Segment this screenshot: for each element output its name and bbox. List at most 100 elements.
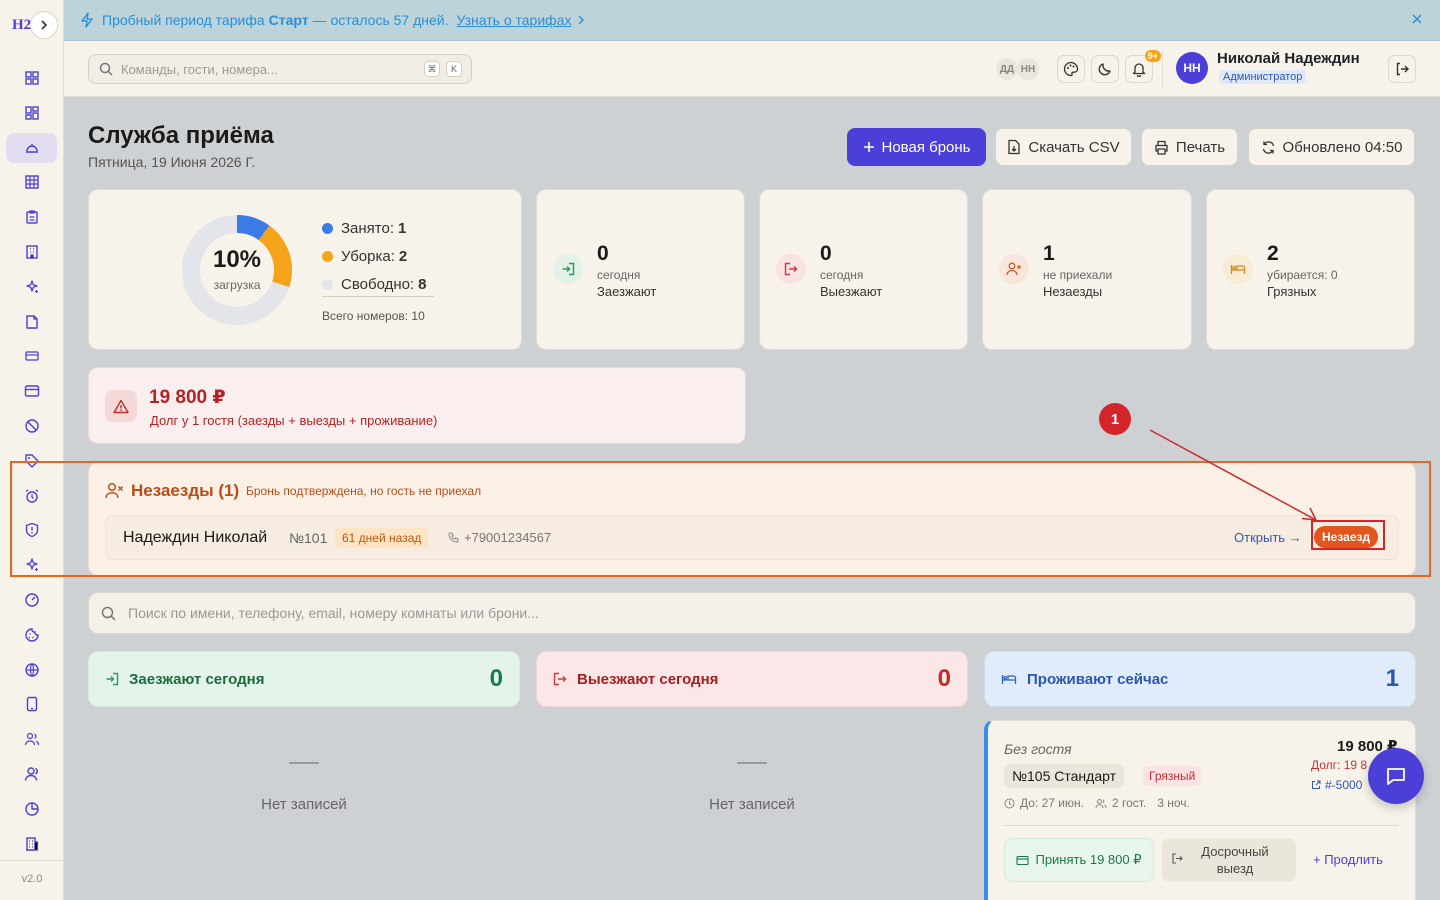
globe-icon [24, 662, 39, 677]
sidebar-item-pie-chart[interactable] [6, 794, 57, 824]
arrivals-count: 0 [489, 665, 503, 692]
stat-value: 0 [597, 242, 609, 265]
sidebar-item-document[interactable] [6, 307, 57, 337]
new-booking-button[interactable]: Новая бронь [847, 128, 986, 166]
card-divider [1004, 825, 1399, 826]
logout-button[interactable] [1388, 55, 1416, 83]
stat-card-arrivals[interactable]: 0 сегодня Заезжают [536, 189, 745, 350]
sidebar-item-building[interactable] [6, 237, 57, 267]
command-key: ⌘ [424, 61, 440, 77]
print-button[interactable]: Печать [1141, 128, 1238, 166]
departure-icon [776, 254, 806, 284]
table-icon [24, 175, 39, 190]
trial-banner: Пробный период тарифа Старт — осталось 5… [64, 0, 1440, 41]
download-csv-button[interactable]: Скачать CSV [995, 128, 1132, 166]
accept-payment-button[interactable]: Принять 19 800 ₽ [1004, 838, 1154, 882]
sidebar-item-team[interactable] [6, 759, 57, 789]
search-icon [99, 62, 113, 76]
empty-text: Нет записей [261, 796, 347, 813]
plus-icon [863, 142, 874, 152]
credit-card-icon [24, 385, 39, 397]
departures-today-header[interactable]: Выезжают сегодня 0 [536, 651, 968, 707]
legend-cleaning: Уборка: 2 [322, 242, 426, 270]
document-icon [25, 314, 38, 329]
sidebar-item-grid[interactable] [6, 98, 57, 128]
sidebar-item-gauge[interactable] [6, 585, 57, 615]
sidebar-item-reception-bell[interactable] [6, 132, 57, 163]
dark-mode-button[interactable] [1091, 55, 1119, 83]
user-role-badge: Администратор [1219, 70, 1307, 84]
theme-palette-button[interactable] [1057, 55, 1085, 83]
sidebar-toggle-button[interactable] [30, 11, 58, 39]
sidebar-item-dashboard[interactable] [6, 63, 57, 93]
arrivals-empty-state: Нет записей [88, 762, 520, 813]
legend-free-label: Свободно: [341, 275, 415, 293]
sidebar-item-tablet[interactable] [6, 689, 57, 719]
office-icon [25, 836, 38, 851]
sidebar: H2 v2.0 [0, 0, 64, 900]
guest-search-placeholder: Поиск по имени, телефону, email, номеру … [128, 605, 539, 621]
guest-name: Без гостя [1004, 741, 1072, 757]
departure-icon [553, 672, 567, 686]
presence-avatar[interactable]: ДД [996, 58, 1018, 80]
app-logo[interactable]: H2 [12, 17, 31, 34]
debt-alert-card[interactable]: 19 800 ₽ Долг у 1 гостя (заезды + выезды… [88, 367, 746, 444]
refresh-button[interactable]: Обновлено 04:50 [1248, 128, 1415, 166]
sidebar-item-credit-card[interactable] [6, 376, 57, 406]
sidebar-item-office[interactable] [6, 829, 57, 859]
app-version: v2.0 [21, 873, 43, 885]
staying-now-header[interactable]: Проживают сейчас 1 [984, 651, 1416, 707]
stay-meta: До: 27 июн. 2 гост. 3 ноч. [1004, 796, 1190, 810]
logout-icon [1396, 62, 1409, 76]
sidebar-item-ban[interactable] [6, 411, 57, 441]
sidebar-item-card[interactable] [6, 341, 57, 371]
close-icon[interactable] [1410, 12, 1424, 26]
stat-card-departures[interactable]: 0 сегодня Выезжают [759, 189, 968, 350]
empty-text: Нет записей [709, 796, 795, 813]
sidebar-item-clipboard[interactable] [6, 202, 57, 232]
accept-payment-label: Принять 19 800 ₽ [1035, 852, 1142, 867]
extend-stay-button[interactable]: + Продлить [1313, 852, 1383, 867]
user-avatar[interactable]: НН [1176, 52, 1208, 84]
stat-value: 0 [820, 242, 832, 265]
sidebar-item-users[interactable] [6, 724, 57, 754]
legend-free-value: 8 [418, 275, 427, 293]
lightning-icon [81, 12, 93, 28]
stat-value: 2 [1267, 242, 1279, 265]
print-label: Печать [1175, 138, 1226, 156]
sidebar-item-globe[interactable] [6, 655, 57, 685]
plans-link[interactable]: Узнать о тарифах [456, 12, 571, 28]
stay-card[interactable]: Без гостя №105 Стандарт Грязный 19 800 ₽… [984, 720, 1416, 900]
arrivals-today-header[interactable]: Заезжают сегодня 0 [88, 651, 520, 707]
presence-avatar[interactable]: НН [1017, 58, 1039, 80]
user-x-icon [999, 254, 1029, 284]
stat-card-noshows[interactable]: 1 не приехали Незаезды [982, 189, 1192, 350]
debt-description: Долг у 1 гостя (заезды + выезды + прожив… [150, 413, 438, 428]
early-checkout-button[interactable]: Досрочный выезд [1162, 838, 1296, 882]
page-date: Пятница, 19 Июня 2026 Г. [88, 154, 256, 170]
stat-label: Выезжают [820, 284, 883, 299]
debt-amount: 19 800 ₽ [149, 387, 226, 408]
legend-occupied: Занято: 1 [322, 214, 426, 242]
bell-icon [1132, 63, 1146, 77]
chevron-right-icon [578, 15, 585, 25]
bed-icon [1223, 254, 1253, 284]
sidebar-item-cookie[interactable] [6, 620, 57, 650]
grid-icon [24, 106, 39, 120]
chat-button[interactable] [1368, 748, 1424, 804]
card-icon [24, 351, 39, 362]
sidebar-item-sparkle[interactable] [6, 272, 57, 302]
refresh-icon [1262, 140, 1274, 154]
notifications-button[interactable]: 9+ [1125, 50, 1161, 83]
stat-card-dirty[interactable]: 2 убирается: 0 Грязных [1206, 189, 1415, 350]
sidebar-item-table[interactable] [6, 167, 57, 197]
clock-icon [1004, 798, 1015, 808]
legend-occupied-value: 1 [398, 219, 407, 237]
booking-link[interactable]: #-5000 [1311, 778, 1362, 792]
command-search-input[interactable]: Команды, гости, номера... ⌘ K [88, 54, 472, 84]
notification-count-badge: 9+ [1144, 50, 1161, 62]
guest-search-input[interactable]: Поиск по имени, телефону, email, номеру … [88, 592, 1416, 634]
users-icon [1095, 798, 1107, 808]
departures-empty-state: Нет записей [536, 762, 968, 813]
users-icon [24, 733, 39, 746]
